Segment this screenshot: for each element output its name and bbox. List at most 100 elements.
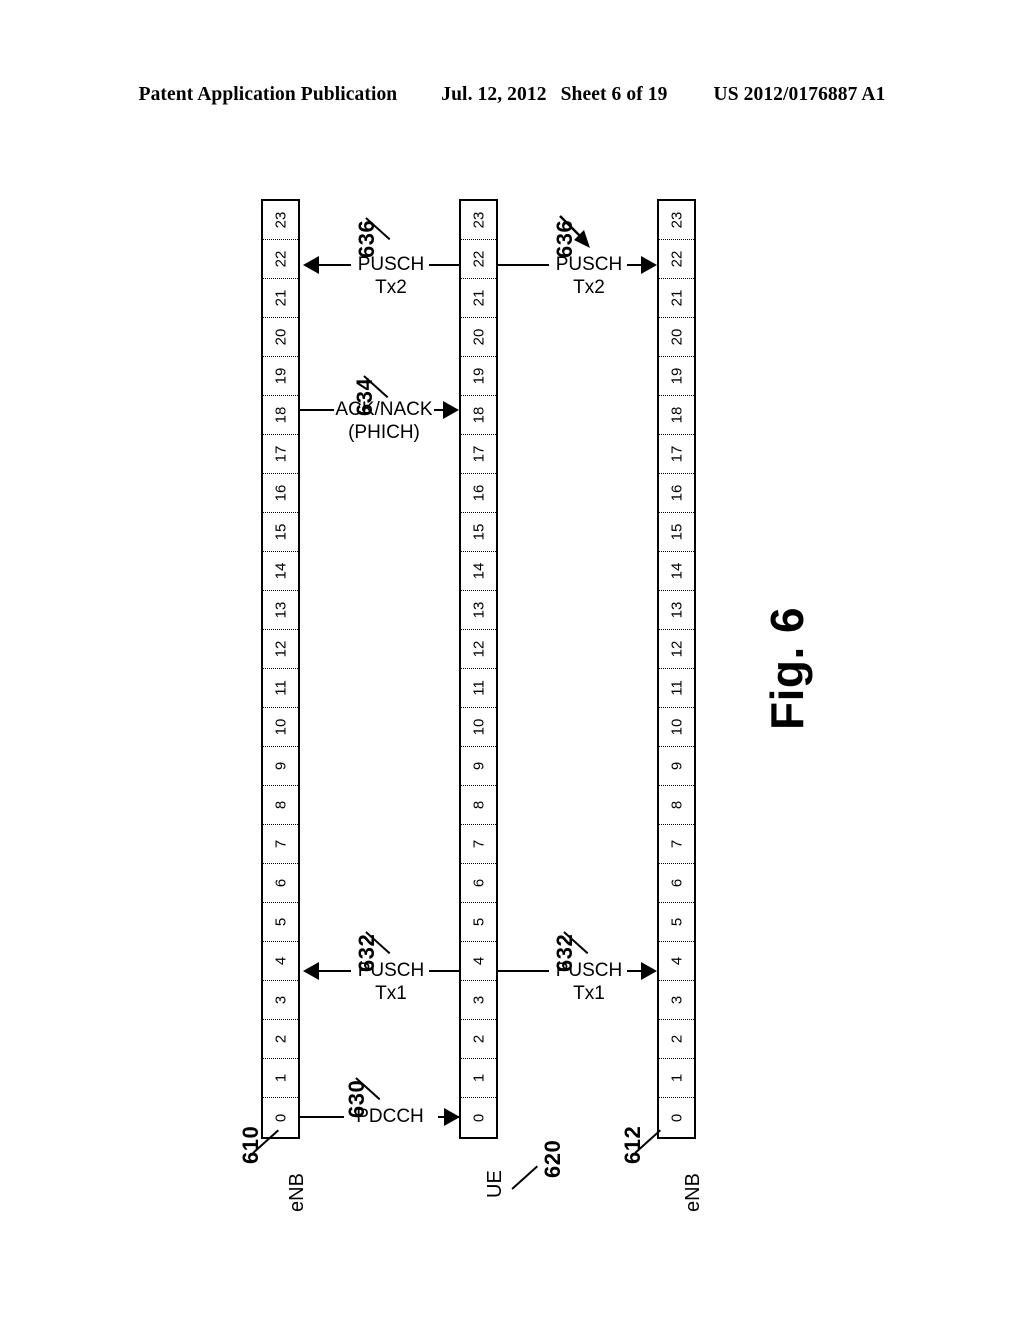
subframe-cell-enb2-0: 0	[659, 1098, 694, 1137]
subframe-number: 14	[272, 562, 289, 580]
subframe-cell-ue-9: 9	[461, 747, 496, 786]
arrowhead-pusch-tx2-right	[641, 256, 657, 274]
subframe-number: 8	[668, 800, 685, 810]
subframe-cell-enb1-21: 21	[263, 279, 298, 318]
connector-pusch-tx1-right-source	[498, 970, 549, 973]
subframe-number: 7	[668, 839, 685, 849]
timeline-column-enb2: 23 22 21 20 19 18 17 16 15 14 13 12 11 10 9 8 7 6 5 4 3 2 1 0	[657, 199, 696, 1139]
connector-pusch-tx2-left-target	[317, 264, 351, 267]
subframe-cell-ue-19: 19	[461, 357, 496, 396]
subframe-number: 17	[668, 445, 685, 463]
subframe-number: 20	[668, 328, 685, 346]
message-label-pusch-tx2-left: PUSCH Tx2	[351, 253, 431, 299]
connector-pdcch-source	[300, 1116, 344, 1119]
subframe-number: 16	[470, 484, 487, 502]
subframe-number: 0	[272, 1113, 289, 1122]
subframe-number: 3	[668, 995, 685, 1005]
subframe-number: 1	[272, 1073, 289, 1083]
subframe-number: 17	[272, 445, 289, 463]
subframe-cell-enb2-21: 21	[659, 279, 694, 318]
subframe-cell-ue-20: 20	[461, 318, 496, 357]
subframe-number: 18	[470, 406, 487, 424]
subframe-cell-enb1-4: 4	[263, 942, 298, 981]
subframe-number: 16	[668, 484, 685, 502]
subframe-cell-enb2-20: 20	[659, 318, 694, 357]
subframe-cell-enb2-22: 22	[659, 240, 694, 279]
leader-arrow-636-right	[559, 215, 590, 248]
subframe-cell-ue-1: 1	[461, 1059, 496, 1098]
subframe-number: 6	[668, 878, 685, 888]
subframe-cell-enb1-5: 5	[263, 903, 298, 942]
subframe-cell-enb2-8: 8	[659, 786, 694, 825]
subframe-cell-enb1-3: 3	[263, 981, 298, 1020]
subframe-cell-ue-23: 23	[461, 201, 496, 240]
subframe-number: 15	[668, 523, 685, 541]
subframe-cell-enb1-22: 22	[263, 240, 298, 279]
subframe-cell-enb1-10: 10	[263, 708, 298, 747]
subframe-number: 9	[668, 761, 685, 771]
subframe-number: 6	[272, 878, 289, 888]
subframe-number: 13	[470, 601, 487, 619]
subframe-number: 23	[272, 211, 289, 229]
message-label-pusch-tx2-right-line2: Tx2	[573, 277, 605, 299]
subframe-cell-ue-18: 18	[461, 396, 496, 435]
subframe-cell-enb2-18: 18	[659, 396, 694, 435]
subframe-number: 19	[470, 367, 487, 385]
subframe-cell-enb1-7: 7	[263, 825, 298, 864]
subframe-cell-ue-11: 11	[461, 669, 496, 708]
subframe-number: 10	[272, 718, 289, 736]
subframe-cell-enb2-15: 15	[659, 513, 694, 552]
subframe-cell-ue-6: 6	[461, 864, 496, 903]
message-label-pusch-tx2-right: PUSCH Tx2	[549, 253, 629, 299]
subframe-cell-enb2-4: 4	[659, 942, 694, 981]
subframe-cell-enb2-7: 7	[659, 825, 694, 864]
subframe-cell-enb1-20: 20	[263, 318, 298, 357]
subframe-number: 3	[272, 995, 289, 1005]
node-label-enb1: eNB	[286, 1173, 308, 1212]
subframe-cell-enb1-18: 18	[263, 396, 298, 435]
subframe-number: 4	[272, 956, 289, 966]
connector-acknack-source	[300, 409, 334, 412]
subframe-number: 22	[668, 250, 685, 268]
subframe-number: 11	[470, 680, 487, 696]
subframe-number: 4	[470, 956, 487, 966]
subframe-cell-enb2-16: 16	[659, 474, 694, 513]
subframe-cell-ue-14: 14	[461, 552, 496, 591]
subframe-number: 10	[668, 718, 685, 736]
subframe-number: 0	[470, 1113, 487, 1122]
subframe-cell-ue-13: 13	[461, 591, 496, 630]
subframe-number: 2	[272, 1034, 289, 1044]
figure-6-diagram: 23 22 21 20 19 18 17 16 15 14 13 12 11 10 9 8 7 6 5 4 3 2 1 0 2…	[0, 0, 1024, 1320]
connector-pusch-tx2-right-source	[498, 264, 549, 267]
subframe-number: 1	[470, 1073, 487, 1083]
subframe-number: 23	[470, 211, 487, 229]
subframe-number: 22	[272, 250, 289, 268]
subframe-number: 19	[272, 367, 289, 385]
subframe-number: 11	[272, 680, 289, 696]
subframe-cell-enb2-12: 12	[659, 630, 694, 669]
timeline-column-enb1: 23 22 21 20 19 18 17 16 15 14 13 12 11 10 9 8 7 6 5 4 3 2 1 0	[261, 199, 300, 1139]
subframe-number: 12	[668, 640, 685, 658]
node-label-enb2: eNB	[682, 1173, 704, 1212]
subframe-number: 2	[470, 1034, 487, 1044]
subframe-cell-enb2-23: 23	[659, 201, 694, 240]
subframe-cell-ue-7: 7	[461, 825, 496, 864]
subframe-cell-enb1-6: 6	[263, 864, 298, 903]
arrowhead-pusch-tx1-right	[641, 962, 657, 980]
subframe-number: 5	[470, 917, 487, 927]
subframe-number: 6	[470, 878, 487, 888]
subframe-number: 1	[668, 1073, 685, 1083]
subframe-cell-enb2-19: 19	[659, 357, 694, 396]
subframe-cell-ue-4: 4	[461, 942, 496, 981]
timeline-column-ue: 23 22 21 20 19 18 17 16 15 14 13 12 11 10 9 8 7 6 5 4 3 2 1 0	[459, 199, 498, 1139]
subframe-number: 14	[668, 562, 685, 580]
subframe-cell-enb1-11: 11	[263, 669, 298, 708]
arrowhead-pdcch	[444, 1108, 460, 1126]
connector-pusch-tx2-left-source	[429, 264, 460, 267]
subframe-number: 5	[668, 917, 685, 927]
subframe-cell-ue-12: 12	[461, 630, 496, 669]
subframe-number: 16	[272, 484, 289, 502]
subframe-cell-ue-10: 10	[461, 708, 496, 747]
subframe-number: 9	[470, 761, 487, 771]
subframe-cell-ue-5: 5	[461, 903, 496, 942]
